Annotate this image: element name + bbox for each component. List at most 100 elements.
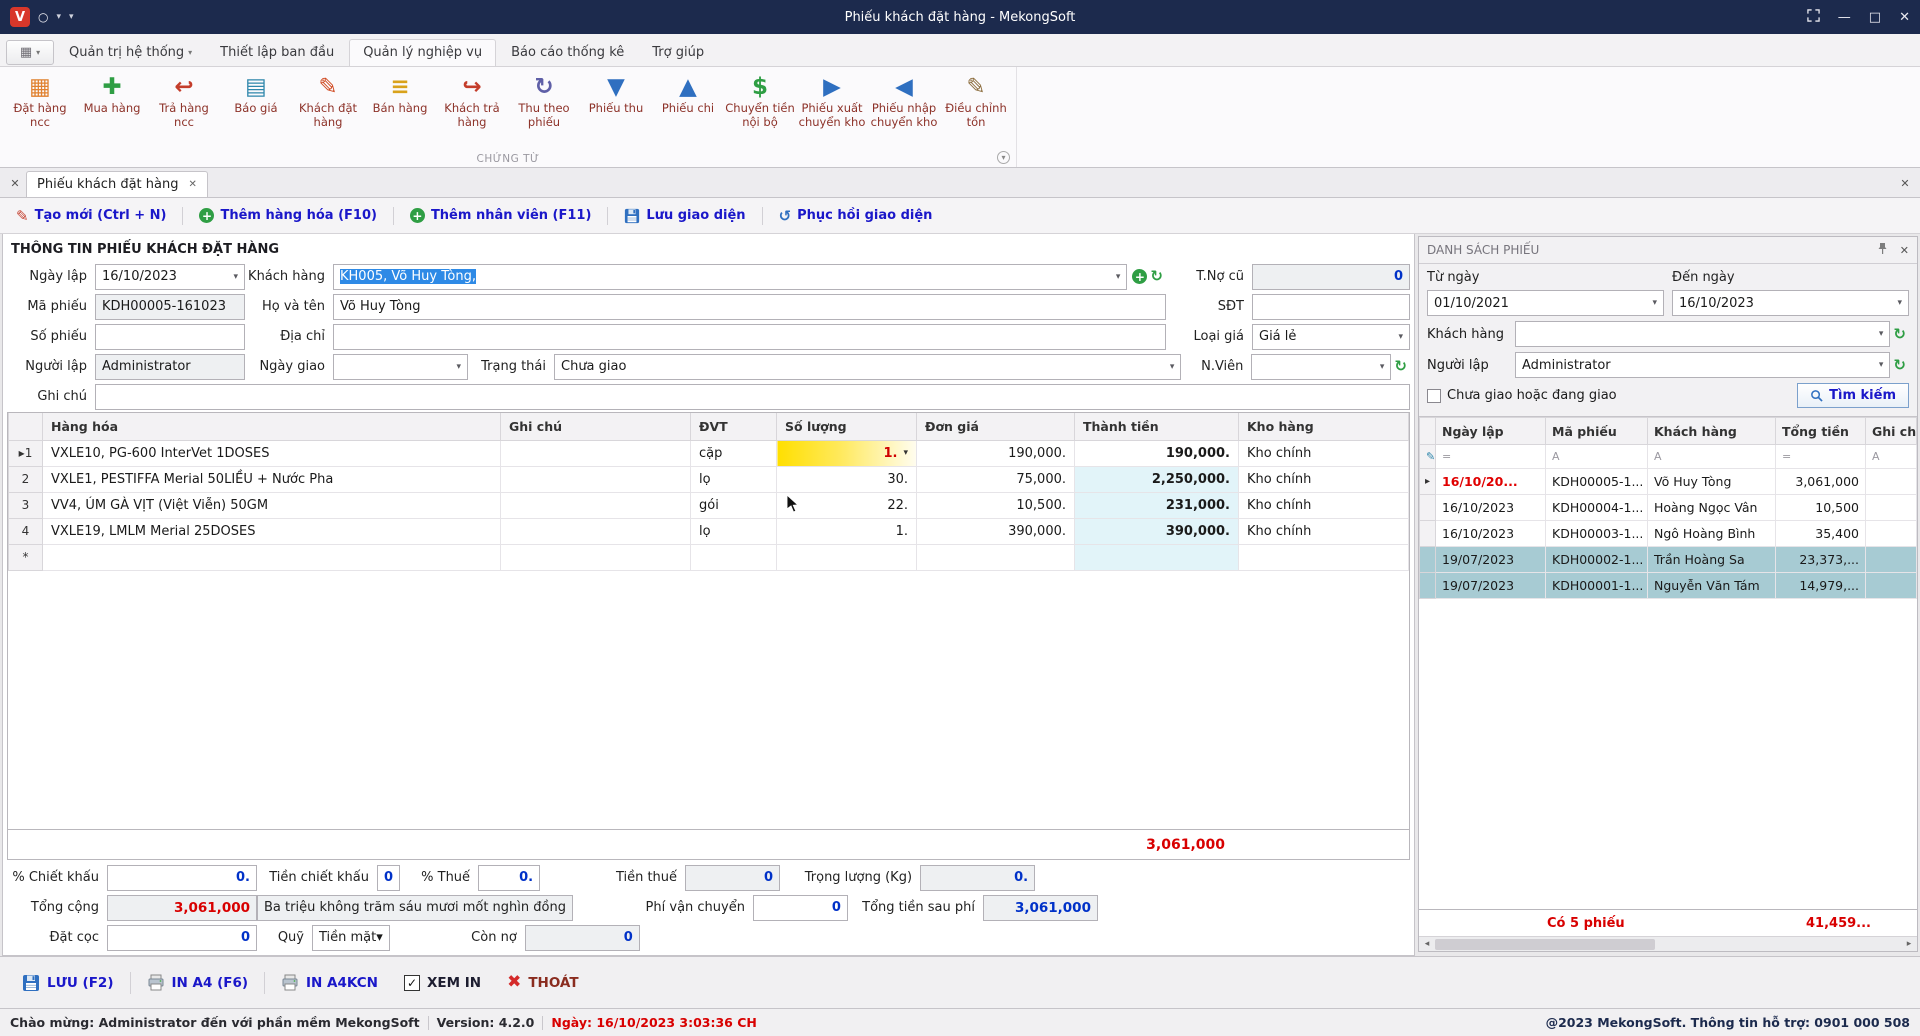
ribbon-item-phieu-thu[interactable]: ▼ Phiếu thu [580, 69, 652, 150]
column-header-note[interactable]: Ghi chú [1865, 417, 1917, 445]
column-header-code[interactable]: Mã phiếu [1545, 417, 1648, 445]
price-type-select[interactable]: Giá lẻ ▾ [1252, 323, 1410, 350]
ribbon-item-tra-hang-ncc[interactable]: ↩ Trả hàng ncc [148, 69, 220, 150]
close-icon[interactable]: ✕ [1899, 11, 1910, 24]
filter-note-cell[interactable]: A [1865, 444, 1917, 469]
employee-select[interactable]: ▾ [1251, 353, 1392, 380]
add-customer-icon[interactable]: + [1132, 269, 1148, 284]
preview-button[interactable]: ✓ XEM IN [394, 969, 491, 997]
column-header-customer[interactable]: Khách hàng [1647, 417, 1776, 445]
scrollbar-thumb[interactable] [1435, 938, 1655, 950]
ribbon-item-phieu-nhap-chuyen-kho[interactable]: ◀ Phiếu nhập chuyển kho [868, 69, 940, 150]
ribbon-tab-quan-tri-he-thong[interactable]: Quản trị hệ thống ▾ [56, 40, 205, 66]
ribbon-item-dieu-chinh-ton[interactable]: ✎ Điều chỉnh tồn [940, 69, 1012, 150]
column-header-qty[interactable]: Số lượng [776, 413, 917, 441]
product-cell[interactable]: VXLE19, LMLM Merial 25DOSES [42, 517, 501, 545]
product-cell[interactable] [42, 543, 501, 571]
note-cell[interactable] [500, 517, 691, 545]
unit-cell[interactable] [690, 543, 777, 571]
toolbar-customize-icon[interactable]: ▾ [69, 12, 74, 22]
unit-cell[interactable]: cặp [690, 439, 777, 467]
minimize-icon[interactable]: — [1838, 11, 1851, 24]
app-menu-button[interactable]: ▦ ▾ [6, 40, 54, 65]
ribbon-tab-bao-cao-thong-ke[interactable]: Báo cáo thống kê [498, 40, 637, 66]
ribbon-item-mua-hang[interactable]: ✚ Mua hàng [76, 69, 148, 150]
ribbon-item-khach-dat-hang[interactable]: ✎ Khách đặt hàng [292, 69, 364, 150]
panel-creator-combo[interactable]: Administrator ▾ [1515, 352, 1891, 378]
column-header-product[interactable]: Hàng hóa [42, 413, 501, 441]
discount-input[interactable]: 0 [377, 864, 401, 891]
undelivered-checkbox[interactable] [1427, 388, 1441, 403]
ribbon-item-bao-gia[interactable]: ▤ Báo giá [220, 69, 292, 150]
group-dialog-launcher-icon[interactable]: ▾ [997, 151, 1010, 164]
item-row[interactable]: ▸1 VXLE10, PG-600 InterVet 1DOSES cặp 1.… [8, 439, 1409, 467]
unit-cell[interactable]: lọ [690, 465, 777, 493]
ribbon-item-thu-theo-phieu[interactable]: ↻ Thu theo phiếu [508, 69, 580, 150]
item-row[interactable]: 2 VXLE1, PESTIFFA Merial 50LIỀU + Nước P… [8, 465, 1409, 493]
ribbon-tab-tro-giup[interactable]: Trợ giúp [639, 40, 717, 66]
panel-customer-refresh-icon[interactable]: ↻ [1893, 326, 1906, 342]
voucher-row[interactable]: 16/10/2023 KDH00003-1... Ngô Hoàng Bình … [1419, 520, 1917, 547]
status-select[interactable]: Chưa giao ▾ [554, 353, 1182, 380]
print-a4kcn-button[interactable]: IN A4KCN [271, 968, 388, 998]
price-cell[interactable]: 190,000. [916, 439, 1075, 467]
unit-cell[interactable]: gói [690, 491, 777, 519]
qty-cell[interactable]: 1. ▾ [776, 439, 917, 467]
voucher-row[interactable]: 19/07/2023 KDH00001-1... Nguyễn Văn Tám … [1419, 572, 1917, 599]
ribbon-item-ban-hang[interactable]: ≡ Bán hàng [364, 69, 436, 150]
note-cell[interactable] [500, 491, 691, 519]
quick-access-circle-icon[interactable]: ○ [38, 10, 48, 24]
delivery-date-select[interactable]: ▾ [333, 353, 468, 380]
product-cell[interactable]: VXLE10, PG-600 InterVet 1DOSES [42, 439, 501, 467]
to-date-select[interactable]: 16/10/2023 ▾ [1672, 290, 1909, 316]
price-cell[interactable] [916, 543, 1075, 571]
column-header-note[interactable]: Ghi chú [500, 413, 691, 441]
column-header-total[interactable]: Tổng tiền [1775, 417, 1866, 445]
tabstrip-close-icon[interactable]: ✕ [1894, 172, 1916, 194]
column-header-date[interactable]: Ngày lập [1435, 417, 1546, 445]
voucher-number-input[interactable] [95, 323, 245, 350]
filter-total-cell[interactable]: = [1775, 444, 1866, 469]
maximize-icon[interactable]: □ [1869, 11, 1881, 24]
ribbon-tab-thiet-lap-ban-dau[interactable]: Thiết lập ban đầu [207, 40, 347, 66]
voucher-row[interactable]: 19/07/2023 KDH00002-1... Trần Hoàng Sa 2… [1419, 546, 1917, 573]
warehouse-cell[interactable] [1238, 543, 1409, 571]
grid-empty-area[interactable] [8, 570, 1409, 829]
column-header-amount[interactable]: Thành tiền [1074, 413, 1239, 441]
horizontal-scrollbar[interactable]: ◂ ▸ [1419, 936, 1917, 951]
issue-date-select[interactable]: 16/10/2023 ▾ [95, 263, 245, 290]
panel-creator-refresh-icon[interactable]: ↻ [1893, 357, 1906, 373]
tax-pct-input[interactable]: 0. [478, 864, 541, 891]
note-cell[interactable] [500, 439, 691, 467]
ribbon-item-phieu-xuat-chuyen-kho[interactable]: ▶ Phiếu xuất chuyển kho [796, 69, 868, 150]
note-cell[interactable] [500, 465, 691, 493]
add-product-button[interactable]: + Thêm hàng hóa (F10) [193, 204, 382, 227]
column-header-price[interactable]: Đơn giá [916, 413, 1075, 441]
tab-close-icon[interactable]: ✕ [188, 179, 196, 190]
price-cell[interactable]: 75,000. [916, 465, 1075, 493]
pin-icon[interactable] [1877, 242, 1888, 258]
column-header-warehouse[interactable]: Kho hàng [1238, 413, 1409, 441]
panel-customer-combo[interactable]: ▾ [1515, 321, 1891, 347]
item-row[interactable]: 4 VXLE19, LMLM Merial 25DOSES lọ 1. 390,… [8, 517, 1409, 545]
search-button[interactable]: Tìm kiếm [1797, 383, 1909, 408]
print-a4-button[interactable]: IN A4 (F6) [137, 968, 259, 998]
new-item-row[interactable]: * [8, 543, 1409, 571]
scroll-left-icon[interactable]: ◂ [1419, 939, 1435, 949]
ribbon-item-chuyen-tien-noi-bo[interactable]: $ Chuyển tiền nội bộ [724, 69, 796, 150]
qty-cell[interactable] [776, 543, 917, 571]
exit-button[interactable]: ✖ THOÁT [497, 968, 588, 997]
grid-empty-area[interactable] [1419, 599, 1917, 909]
item-row[interactable]: 3 VV4, ÚM GÀ VỊT (Việt Viễn) 50GM gói 22… [8, 491, 1409, 519]
save-button[interactable]: LƯU (F2) [12, 968, 124, 998]
fund-select[interactable]: Tiền mặt ▾ [312, 924, 390, 951]
tab-phieu-khach-dat-hang[interactable]: Phiếu khách đặt hàng ✕ [26, 171, 208, 197]
voucher-row[interactable]: 16/10/2023 KDH00004-1... Hoàng Ngọc Vân … [1419, 494, 1917, 521]
quick-access-dropdown-icon[interactable]: ▾ [56, 12, 61, 22]
panel-close-icon[interactable]: ✕ [1900, 244, 1909, 257]
close-document-icon[interactable]: ✕ [4, 172, 26, 194]
ribbon-item-khach-tra-hang[interactable]: ↪ Khách trả hàng [436, 69, 508, 150]
fullname-input[interactable]: Võ Huy Tòng [333, 293, 1166, 320]
product-cell[interactable]: VXLE1, PESTIFFA Merial 50LIỀU + Nước Pha [42, 465, 501, 493]
deposit-input[interactable]: 0 [107, 924, 257, 951]
